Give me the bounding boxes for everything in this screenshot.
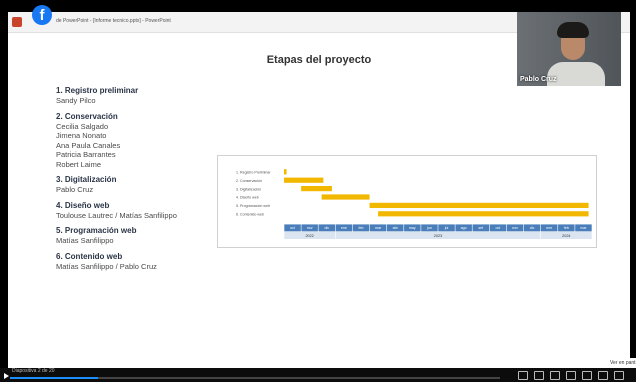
view-tooltip: Ver en pantalla xyxy=(608,358,636,368)
gantt-bar xyxy=(369,202,589,208)
gantt-month-label: dic xyxy=(530,226,535,230)
gantt-year-label: 2022 xyxy=(305,234,313,238)
screen-share-stage: de PowerPoint - [Informe tecnico.pptx] -… xyxy=(0,0,636,382)
gantt-bar xyxy=(378,211,589,217)
gantt-bar xyxy=(321,194,370,200)
stage-person: Matías Sanfilippo / Pablo Cruz xyxy=(56,261,157,271)
webcam-video[interactable]: Pablo Cruz xyxy=(517,12,621,86)
stage-item: 1. Registro preliminar Sandy Pilco xyxy=(56,86,246,106)
gantt-task-label: 5. Programación web xyxy=(236,204,270,208)
gantt-month-label: abr xyxy=(393,226,399,230)
zoom-watermark: zoom xyxy=(512,325,595,358)
volume-icon[interactable] xyxy=(518,371,528,380)
progress-track[interactable] xyxy=(10,377,500,379)
window-title: de PowerPoint - [Informe tecnico.pptx] -… xyxy=(56,18,171,24)
gantt-month-label: ene xyxy=(341,226,347,230)
stage-person: Cecilia Salgado xyxy=(56,121,109,131)
facebook-icon[interactable]: f xyxy=(32,5,52,25)
settings-icon[interactable] xyxy=(550,371,560,380)
gantt-bar xyxy=(284,169,287,175)
stage-item: 6. Contenido web Matías Sanfilippo / Pabl… xyxy=(56,252,246,272)
gantt-month-label: nov xyxy=(512,226,518,230)
gantt-month-label: mar xyxy=(580,226,587,230)
gantt-bar xyxy=(301,186,332,192)
gantt-month-label: oct xyxy=(495,226,500,230)
gantt-month-label: ago xyxy=(461,226,467,230)
theater-icon[interactable] xyxy=(582,371,592,380)
gantt-month-label: feb xyxy=(564,226,569,230)
gantt-year-label: 2023 xyxy=(434,234,442,238)
gantt-chart: 1. Registro Preliminar 2. Conservación 3. … xyxy=(217,155,597,248)
gantt-month-label: set xyxy=(478,226,483,230)
gantt-year-label: 2024 xyxy=(562,234,570,238)
captions-icon[interactable] xyxy=(534,371,544,380)
play-icon[interactable] xyxy=(4,373,9,379)
webcam-person-hair xyxy=(557,22,589,38)
stage-name: 2. Conservación xyxy=(56,111,118,121)
gantt-month-label: may xyxy=(409,226,416,230)
gantt-bar xyxy=(284,177,324,183)
gantt-task-label: 1. Registro Preliminar xyxy=(236,171,271,175)
gantt-month-label: dic xyxy=(324,226,329,230)
gantt-task-label: 3. Digitalización xyxy=(236,187,261,191)
gantt-task-label: 2. Conservación xyxy=(236,179,262,183)
participant-name: Pablo Cruz xyxy=(520,76,557,83)
gantt-month-label: jun xyxy=(426,226,432,230)
stage-name: 1. Registro preliminar xyxy=(56,86,139,95)
miniplayer-icon[interactable] xyxy=(566,371,576,380)
gantt-task-label: 6. Contenido web xyxy=(236,213,264,217)
gantt-month-label: mar xyxy=(375,226,382,230)
gantt-chart-svg: 1. Registro Preliminar 2. Conservación 3. … xyxy=(236,169,592,239)
gantt-month-label: feb xyxy=(359,226,364,230)
video-controls-bar: Diapositiva 2 de 20 xyxy=(0,368,636,382)
stage-person: Ana Paula Canales xyxy=(56,140,121,150)
gantt-task-label: 4. Diseño web xyxy=(236,196,259,200)
slide-status: Diapositiva 2 de 20 xyxy=(12,368,55,374)
gantt-month-label: ene xyxy=(546,226,552,230)
stage-person: Sandy Pilco xyxy=(56,96,96,105)
stage-person: Jimena Nonato xyxy=(56,131,107,140)
progress-fill xyxy=(10,377,99,379)
fullscreen-icon[interactable] xyxy=(614,371,624,380)
stage-name: 6. Contenido web xyxy=(56,251,123,261)
gantt-month-label: jul xyxy=(444,226,449,230)
powerpoint-icon xyxy=(12,17,22,27)
gantt-month-label: nov xyxy=(307,226,313,230)
cast-icon[interactable] xyxy=(598,371,608,380)
gantt-month-label: oct xyxy=(290,226,295,230)
